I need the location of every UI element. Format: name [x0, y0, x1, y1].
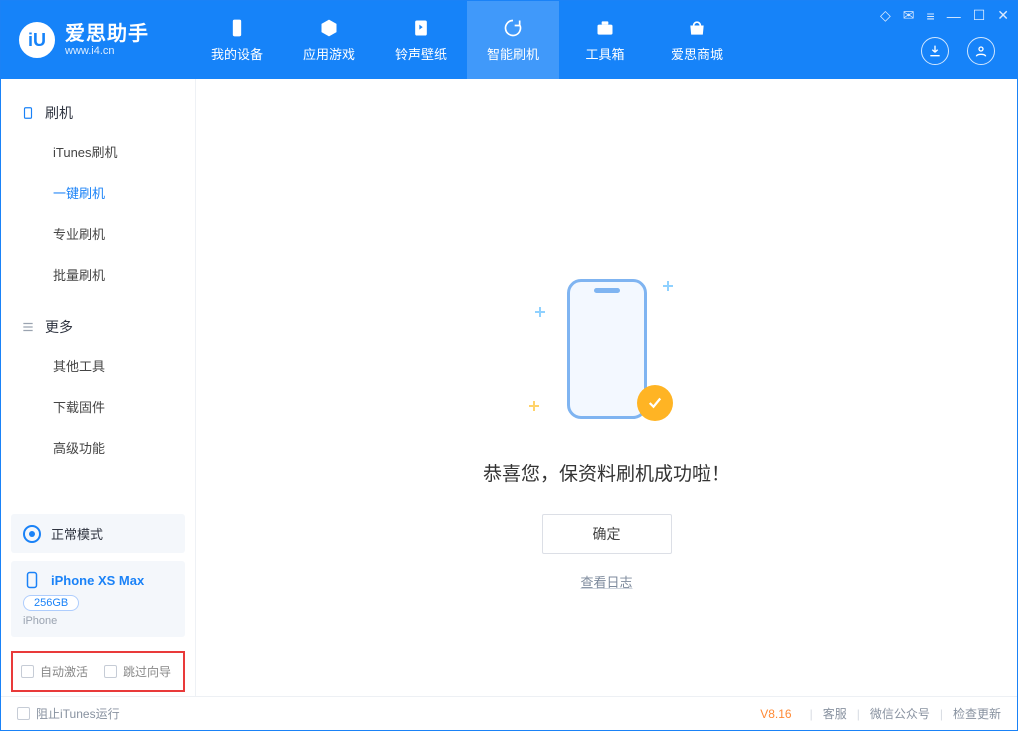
- sidebar-item-advanced[interactable]: 高级功能: [1, 427, 195, 468]
- sidebar-item-pro-flash[interactable]: 专业刷机: [1, 213, 195, 254]
- sidebar-item-batch-flash[interactable]: 批量刷机: [1, 254, 195, 295]
- check-badge-icon: [637, 385, 673, 421]
- mode-indicator-icon: [23, 525, 41, 543]
- checkbox-auto-activate[interactable]: 自动激活: [21, 663, 88, 680]
- header: iU 爱思助手 www.i4.cn 我的设备 应用游戏 铃声壁纸 智能刷机: [1, 1, 1017, 79]
- support-link[interactable]: 客服: [823, 705, 847, 722]
- sidebar-item-itunes-flash[interactable]: iTunes刷机: [1, 131, 195, 172]
- sparkle-icon: [665, 283, 671, 289]
- minimize-button[interactable]: —: [947, 8, 961, 24]
- checkbox-skip-wizard[interactable]: 跳过向导: [104, 663, 171, 680]
- close-button[interactable]: ✕: [997, 7, 1009, 24]
- wechat-link[interactable]: 微信公众号: [870, 705, 930, 722]
- tab-store[interactable]: 爱思商城: [651, 1, 743, 79]
- checkbox-icon: [17, 707, 30, 720]
- sparkle-icon: [537, 309, 543, 315]
- list-icon: [21, 320, 35, 334]
- sidebar-section-flash: 刷机: [1, 95, 195, 131]
- skin-icon[interactable]: ◇: [880, 7, 891, 24]
- phone-illustration: [567, 279, 647, 419]
- phone-small-icon: [23, 571, 41, 589]
- brand-subtitle: www.i4.cn: [65, 45, 149, 57]
- device-name: iPhone XS Max: [51, 573, 144, 588]
- feedback-icon[interactable]: ✉: [903, 7, 915, 24]
- mode-panel[interactable]: 正常模式: [11, 514, 185, 553]
- sidebar-section-more: 更多: [1, 309, 195, 345]
- maximize-button[interactable]: ☐: [973, 7, 986, 24]
- view-log-link[interactable]: 查看日志: [580, 572, 632, 591]
- store-icon: [686, 17, 708, 39]
- app-window: iU 爱思助手 www.i4.cn 我的设备 应用游戏 铃声壁纸 智能刷机: [0, 0, 1018, 731]
- menu-icon[interactable]: ≡: [927, 8, 935, 24]
- phone-icon: [226, 17, 248, 39]
- footer: 阻止iTunes运行 V8.16 | 客服 | 微信公众号 | 检查更新: [1, 696, 1017, 730]
- window-controls: ◇ ✉ ≡ — ☐ ✕: [880, 7, 1009, 24]
- sidebar-item-download-firmware[interactable]: 下载固件: [1, 386, 195, 427]
- tab-apps-games[interactable]: 应用游戏: [283, 1, 375, 79]
- check-update-link[interactable]: 检查更新: [953, 705, 1001, 722]
- main-content: 恭喜您，保资料刷机成功啦！ 确定 查看日志: [196, 79, 1017, 696]
- download-icon[interactable]: [921, 37, 949, 65]
- sparkle-icon: [531, 403, 537, 409]
- sidebar-item-other-tools[interactable]: 其他工具: [1, 345, 195, 386]
- success-illustration: [547, 279, 667, 429]
- logo-icon: iU: [19, 22, 55, 58]
- checkbox-icon: [21, 665, 34, 678]
- body: 刷机 iTunes刷机 一键刷机 专业刷机 批量刷机 更多 其他工具 下载固件 …: [1, 79, 1017, 696]
- confirm-button[interactable]: 确定: [542, 514, 672, 554]
- header-right-icons: [921, 37, 995, 65]
- tab-smart-flash[interactable]: 智能刷机: [467, 1, 559, 79]
- tab-ringtones-wallpapers[interactable]: 铃声壁纸: [375, 1, 467, 79]
- tab-my-device[interactable]: 我的设备: [191, 1, 283, 79]
- sidebar-item-oneclick-flash[interactable]: 一键刷机: [1, 172, 195, 213]
- success-message: 恭喜您，保资料刷机成功啦！: [483, 459, 730, 486]
- note-icon: [410, 17, 432, 39]
- device-panel[interactable]: iPhone XS Max 256GB iPhone: [11, 561, 185, 637]
- device-type: iPhone: [23, 615, 173, 627]
- tab-toolbox[interactable]: 工具箱: [559, 1, 651, 79]
- sidebar: 刷机 iTunes刷机 一键刷机 专业刷机 批量刷机 更多 其他工具 下载固件 …: [1, 79, 196, 696]
- mode-label: 正常模式: [51, 524, 103, 543]
- user-icon[interactable]: [967, 37, 995, 65]
- checkbox-icon: [104, 665, 117, 678]
- main-tabs: 我的设备 应用游戏 铃声壁纸 智能刷机 工具箱 爱思商城: [191, 1, 743, 79]
- brand: iU 爱思助手 www.i4.cn: [1, 1, 191, 79]
- toolbox-icon: [594, 17, 616, 39]
- storage-pill: 256GB: [23, 595, 79, 611]
- device-icon: [21, 106, 35, 120]
- highlighted-options-box: 自动激活 跳过向导: [11, 651, 185, 692]
- refresh-icon: [502, 17, 524, 39]
- brand-title: 爱思助手: [65, 23, 149, 45]
- checkbox-block-itunes[interactable]: 阻止iTunes运行: [17, 705, 120, 722]
- cube-icon: [318, 17, 340, 39]
- version-label: V8.16: [760, 707, 791, 721]
